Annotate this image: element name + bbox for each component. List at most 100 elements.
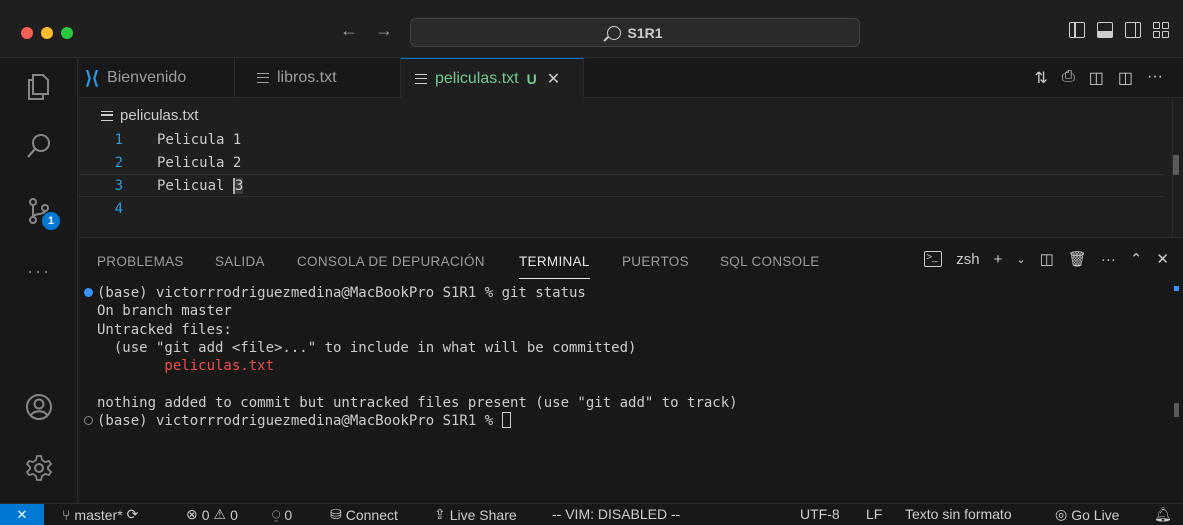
tab-consola-depuracion[interactable]: CONSOLA DE DEPURACIÓN xyxy=(297,254,485,269)
tab-problemas[interactable]: PROBLEMAS xyxy=(97,254,184,269)
live-share-status[interactable]: ⇪ Live Share xyxy=(434,506,517,523)
go-live-status[interactable]: ◎ Go Live xyxy=(1055,506,1119,523)
branch-name: master* xyxy=(74,506,123,523)
title-bar: ← → S1R1 xyxy=(0,0,1183,58)
maximize-panel-icon[interactable]: ⌃ xyxy=(1130,250,1143,268)
compare-changes-icon[interactable]: ⇅ xyxy=(1035,68,1048,88)
terminal-prompt: (base) victorrrodriguezmedina@MacBookPro… xyxy=(97,413,502,430)
editor-area[interactable]: peliculas.txt 1 Pelicula 1 2 Pelicula 2 … xyxy=(79,99,1183,237)
gear-icon[interactable] xyxy=(22,451,56,485)
terminal-line: Untracked files: xyxy=(79,321,1169,339)
code-line[interactable]: 4 xyxy=(79,197,1164,220)
connect-status[interactable]: ⛁ Connect xyxy=(330,506,398,523)
trash-icon[interactable]: 🗑 xyxy=(1068,250,1087,268)
minimize-window-button[interactable] xyxy=(41,27,53,39)
warning-count: 0 xyxy=(230,506,238,523)
problems-status[interactable]: ⊗ 0 ⚠ 0 xyxy=(186,506,238,523)
eol-status[interactable]: LF xyxy=(866,506,882,522)
remote-indicator-icon[interactable]: ✕ xyxy=(0,504,44,525)
line-text-main: Pelicual xyxy=(157,177,233,194)
branch-icon: ⑂ xyxy=(62,506,71,523)
terminal-scrollbar[interactable] xyxy=(1174,403,1179,417)
terminal-icon[interactable]: >_ xyxy=(924,251,943,267)
preview-icon[interactable]: ◫ xyxy=(1089,68,1104,88)
editor-scrollbar[interactable] xyxy=(1173,155,1179,175)
terminal-output[interactable]: (base) victorrrodriguezmedina@MacBookPro… xyxy=(79,284,1169,430)
arrow-right-icon[interactable]: → xyxy=(375,20,393,41)
vscode-logo-icon: ⟩⟨ xyxy=(85,67,100,88)
tab-label: libros.txt xyxy=(277,69,337,86)
arrow-left-icon[interactable]: ← xyxy=(340,20,358,41)
notifications-bell-icon[interactable]: 🔔︎ xyxy=(1154,506,1172,523)
editor-divider xyxy=(1172,99,1173,237)
language-mode-status[interactable]: Texto sin formato xyxy=(905,506,1012,522)
code-line-current[interactable]: 3 Pelicual 3 xyxy=(79,174,1164,197)
breadcrumb-file: peliculas.txt xyxy=(120,107,199,124)
terminal-line: (base) victorrrodriguezmedina@MacBookPro… xyxy=(79,284,1169,302)
tab-label: peliculas.txt xyxy=(435,70,519,87)
connect-label: Connect xyxy=(345,506,398,523)
error-count: 0 xyxy=(201,506,210,523)
live-share-label: Live Share xyxy=(449,506,517,523)
search-text: S1R1 xyxy=(627,24,663,41)
activity-bar: 1 ··· xyxy=(0,58,78,503)
toggle-secondary-sidebar-icon[interactable] xyxy=(1125,22,1141,38)
command-center-search[interactable]: S1R1 xyxy=(410,18,860,47)
warning-icon: ⚠ xyxy=(213,506,227,522)
tab-puertos[interactable]: PUERTOS xyxy=(622,254,689,269)
terminal-line: (use "git add <file>..." to include in w… xyxy=(79,339,1169,357)
ports-count: 0 xyxy=(284,506,293,523)
toggle-primary-sidebar-icon[interactable] xyxy=(1069,22,1085,38)
terminal-text: (base) victorrrodriguezmedina@MacBookPro… xyxy=(97,285,586,301)
editor-actions: ⇅ ⎙ ◫ ◫ ··· xyxy=(1035,68,1163,88)
search-icon[interactable] xyxy=(22,129,56,163)
line-text: Pelicula 2 xyxy=(157,154,242,171)
print-icon[interactable]: ⎙ xyxy=(1062,68,1075,88)
encoding-status[interactable]: UTF-8 xyxy=(800,506,840,522)
account-icon[interactable] xyxy=(22,390,56,424)
broadcast-icon: ⍜ xyxy=(272,506,281,522)
tab-peliculas[interactable]: peliculas.txt U ✕ xyxy=(401,58,584,99)
code-line[interactable]: 1 Pelicula 1 xyxy=(79,128,1164,151)
terminal-text: nothing added to commit but untracked fi… xyxy=(97,394,738,411)
terminal-line: nothing added to commit but untracked fi… xyxy=(79,394,1169,412)
tab-salida[interactable]: SALIDA xyxy=(215,254,265,269)
terminal-line: On branch master xyxy=(79,302,1169,320)
vscode-window: ← → S1R1 1 ··· ⟩⟨ Bienvenido libros.txt … xyxy=(0,0,1183,525)
terminal-line: (base) victorrrodriguezmedina@MacBookPro… xyxy=(79,412,1169,430)
broadcast-icon: ◎ xyxy=(1055,506,1068,522)
close-panel-icon[interactable]: ✕ xyxy=(1156,250,1169,268)
customize-layout-icon[interactable] xyxy=(1153,22,1169,38)
line-number: 2 xyxy=(114,154,123,171)
breadcrumb[interactable]: peliculas.txt xyxy=(101,107,198,124)
command-pending-icon xyxy=(84,416,93,426)
split-terminal-icon[interactable]: ◫ xyxy=(1040,250,1054,268)
terminal-text: On branch master xyxy=(97,303,232,320)
more-actions-icon[interactable]: ··· xyxy=(1147,68,1163,88)
chevron-down-icon[interactable]: ⌄ xyxy=(1016,253,1025,266)
tab-libros[interactable]: libros.txt xyxy=(235,58,401,98)
untracked-status: U xyxy=(526,71,537,87)
tab-terminal[interactable]: TERMINAL xyxy=(519,254,590,279)
branch-status[interactable]: ⑂ master* ⟳ xyxy=(62,506,138,523)
toggle-panel-icon[interactable] xyxy=(1097,22,1113,38)
ports-status[interactable]: ⍜ 0 xyxy=(272,506,292,523)
close-icon[interactable]: ✕ xyxy=(547,69,560,89)
scroll-marker xyxy=(1174,286,1179,291)
layout-controls xyxy=(1069,22,1169,38)
more-views-icon[interactable]: ··· xyxy=(22,254,56,288)
tab-bienvenido[interactable]: ⟩⟨ Bienvenido xyxy=(79,58,235,98)
code-line[interactable]: 2 Pelicula 2 xyxy=(79,151,1164,174)
more-actions-icon[interactable]: ··· xyxy=(1101,251,1116,268)
shell-name[interactable]: zsh xyxy=(956,251,979,268)
split-editor-icon[interactable]: ◫ xyxy=(1118,68,1133,88)
zoom-window-button[interactable] xyxy=(61,27,73,39)
terminal-text: (use "git add <file>..." to include in w… xyxy=(97,339,637,356)
tab-sql-console[interactable]: SQL CONSOLE xyxy=(720,254,820,269)
line-text: Pelicual 3 xyxy=(157,177,244,194)
new-terminal-icon[interactable]: + xyxy=(994,251,1003,268)
vim-status[interactable]: -- VIM: DISABLED -- xyxy=(552,506,680,522)
editor-tab-bar: ⟩⟨ Bienvenido libros.txt peliculas.txt U… xyxy=(79,58,1183,99)
close-window-button[interactable] xyxy=(21,27,33,39)
explorer-icon[interactable] xyxy=(22,70,56,104)
